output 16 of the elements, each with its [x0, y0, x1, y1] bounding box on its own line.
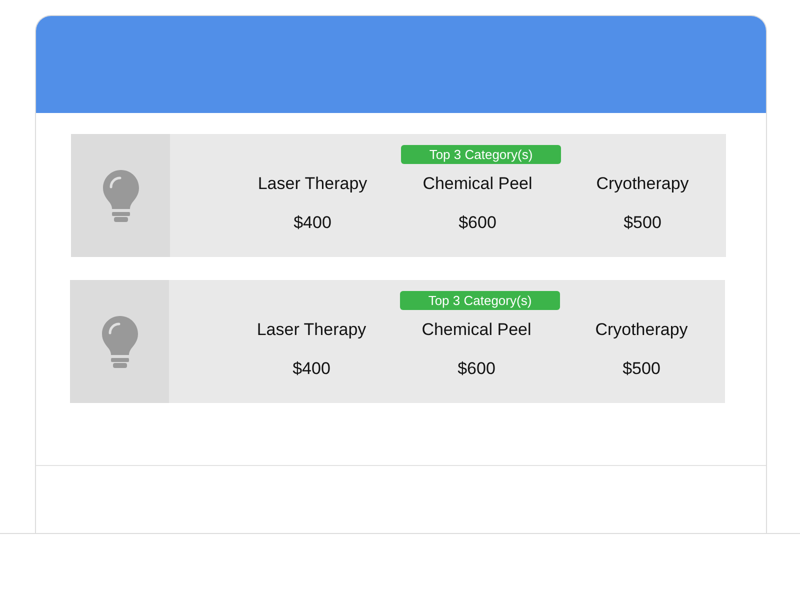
category-price: $500: [622, 212, 662, 234]
category-price: $400: [292, 212, 332, 234]
category-price: $600: [458, 212, 498, 234]
lightbulb-icon: [100, 315, 138, 368]
category-badge: Top 3 Category(s): [401, 145, 561, 164]
category-name: Chemical Peel: [422, 173, 534, 195]
category-name: Cryotherapy: [595, 173, 690, 195]
category-badge: Top 3 Category(s): [400, 291, 560, 310]
category-price: $400: [292, 358, 332, 380]
category-name: Laser Therapy: [256, 173, 368, 195]
category-name: Laser Therapy: [256, 319, 368, 341]
category-price: $500: [622, 358, 662, 380]
category-name: Cryotherapy: [594, 319, 689, 341]
lightbulb-icon: [102, 169, 140, 222]
category-name: Chemical Peel: [420, 319, 532, 341]
category-price: $600: [456, 358, 496, 380]
